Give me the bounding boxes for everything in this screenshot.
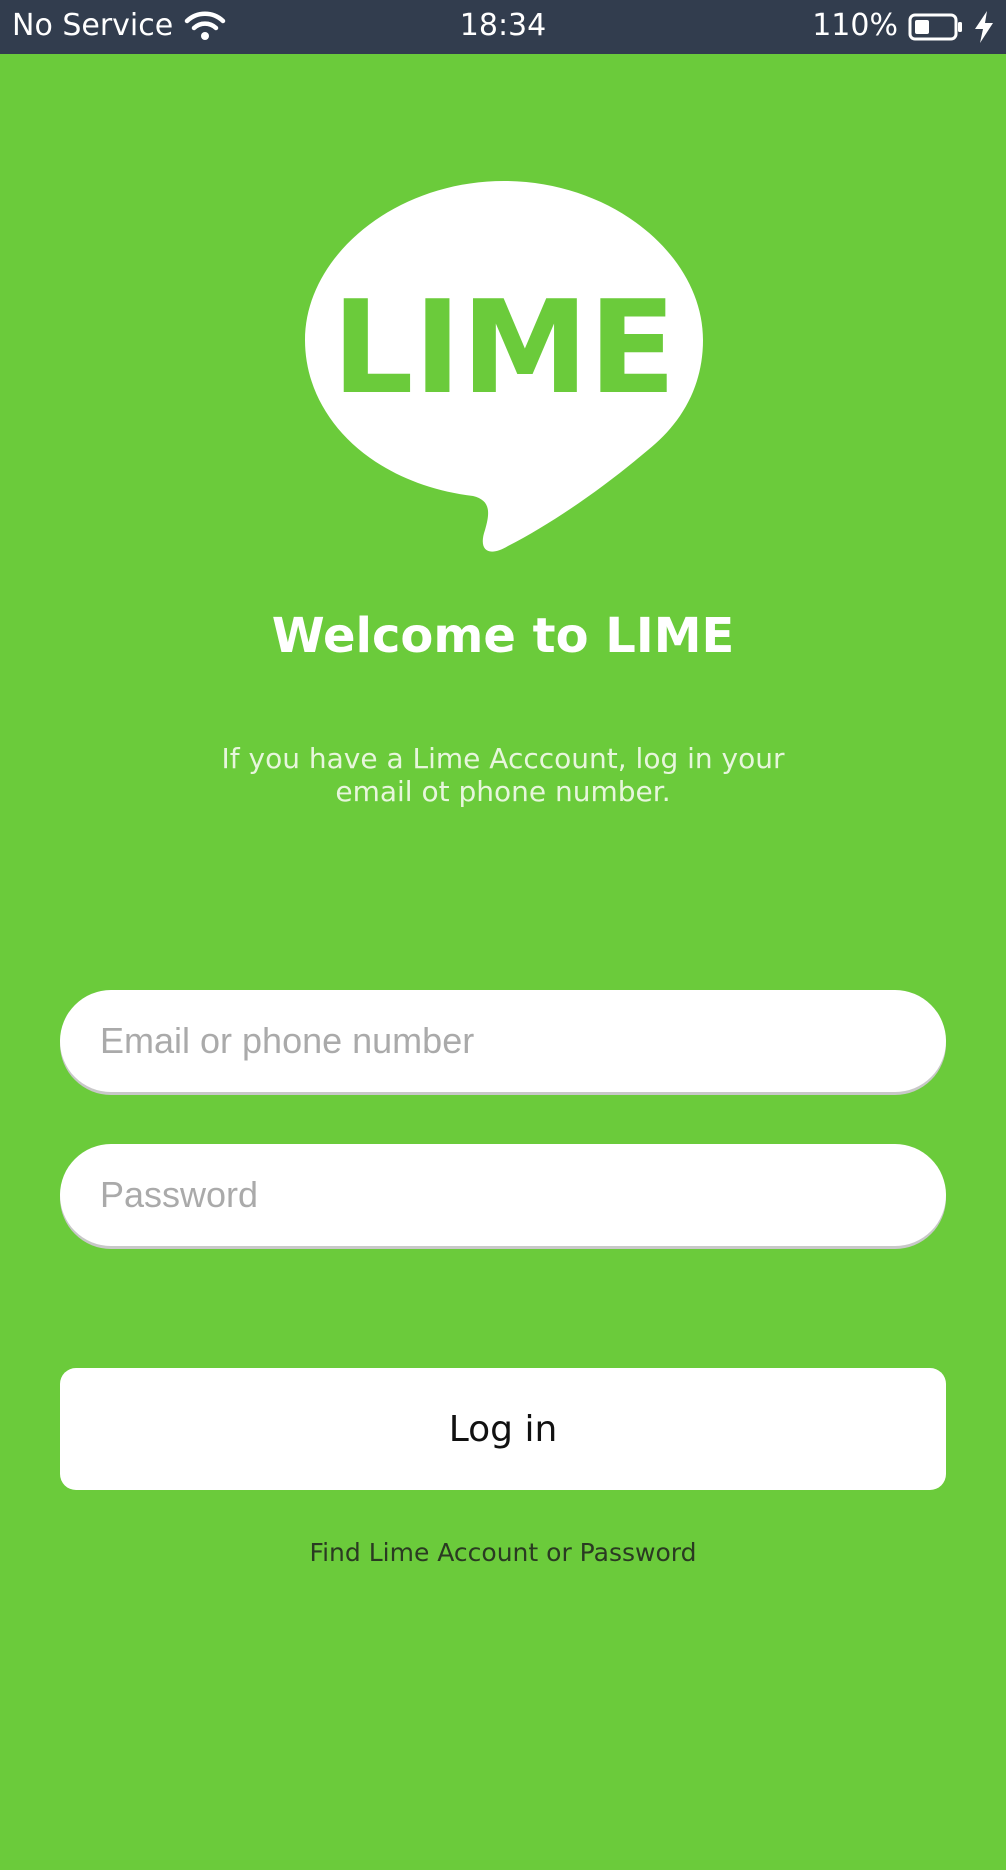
status-bar: No Service 18:34 110%	[0, 0, 1006, 54]
login-instructions: If you have a Lime Acccount, log in your…	[221, 742, 785, 808]
battery-percent: 110%	[812, 8, 898, 43]
welcome-title: Welcome to LIME	[271, 608, 735, 664]
speech-bubble-logo-icon: LIME	[305, 181, 703, 552]
password-field-container	[60, 1144, 946, 1246]
find-account-link[interactable]: Find Lime Account or Password	[0, 1537, 1006, 1569]
login-button[interactable]: Log in	[60, 1368, 946, 1490]
lime-logo: LIME	[303, 178, 705, 556]
logo-text: LIME	[332, 274, 676, 423]
email-field[interactable]	[100, 990, 920, 1092]
email-field-container	[60, 990, 946, 1092]
battery-icon	[908, 13, 964, 41]
password-field[interactable]	[100, 1144, 920, 1246]
charging-bolt-icon	[972, 10, 996, 44]
